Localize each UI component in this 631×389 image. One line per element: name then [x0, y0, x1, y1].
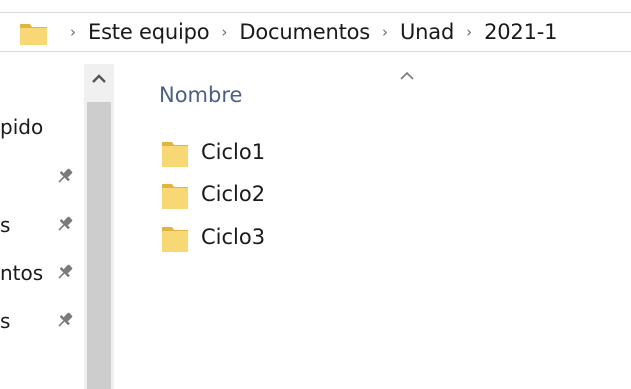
column-header-name[interactable]: Nombre — [159, 83, 242, 107]
list-item[interactable]: Ciclo2 — [161, 179, 421, 213]
nav-item-pinned-2[interactable]: s — [0, 213, 10, 237]
chevron-right-icon[interactable]: › — [370, 23, 400, 41]
list-item[interactable]: Ciclo3 — [161, 222, 421, 256]
file-name: Ciclo2 — [201, 182, 266, 206]
file-name: Ciclo1 — [201, 140, 266, 164]
folder-icon — [162, 142, 188, 167]
pin-icon[interactable] — [54, 213, 76, 235]
folder-icon — [162, 184, 188, 209]
chevron-up-icon[interactable] — [84, 64, 114, 94]
breadcrumb-item-este-equipo[interactable]: Este equipo — [88, 20, 210, 44]
file-list-pane: Nombre Ciclo1 Ciclo2 Ciclo3 — [114, 53, 631, 389]
folder-icon — [20, 24, 47, 45]
chevron-right-icon[interactable]: › — [454, 23, 484, 41]
pin-icon[interactable] — [54, 165, 76, 187]
list-item[interactable]: Ciclo1 — [161, 137, 421, 171]
nav-scrollbar[interactable] — [84, 64, 114, 389]
folder-icon — [162, 227, 188, 252]
address-bar[interactable]: › Este equipo › Documentos › Unad › 2021… — [0, 12, 631, 52]
sort-ascending-icon — [400, 71, 414, 80]
nav-item-quick-access[interactable]: pido — [0, 115, 43, 139]
nav-item-documents[interactable]: ntos — [0, 261, 43, 285]
file-explorer-window: › Este equipo › Documentos › Unad › 2021… — [0, 0, 631, 389]
breadcrumb: › Este equipo › Documentos › Unad › 2021… — [58, 13, 557, 51]
pin-icon[interactable] — [54, 309, 76, 331]
scrollbar-thumb[interactable] — [87, 102, 111, 389]
file-name: Ciclo3 — [201, 225, 266, 249]
breadcrumb-item-2021-1[interactable]: 2021-1 — [484, 20, 557, 44]
breadcrumb-item-documentos[interactable]: Documentos — [239, 20, 370, 44]
navigation-pane: pido s ntos s — [0, 53, 84, 389]
chevron-right-icon[interactable]: › — [209, 23, 239, 41]
breadcrumb-item-unad[interactable]: Unad — [400, 20, 454, 44]
pin-icon[interactable] — [54, 261, 76, 283]
chevron-right-icon[interactable]: › — [58, 23, 88, 41]
nav-item-pinned-4[interactable]: s — [0, 309, 10, 333]
